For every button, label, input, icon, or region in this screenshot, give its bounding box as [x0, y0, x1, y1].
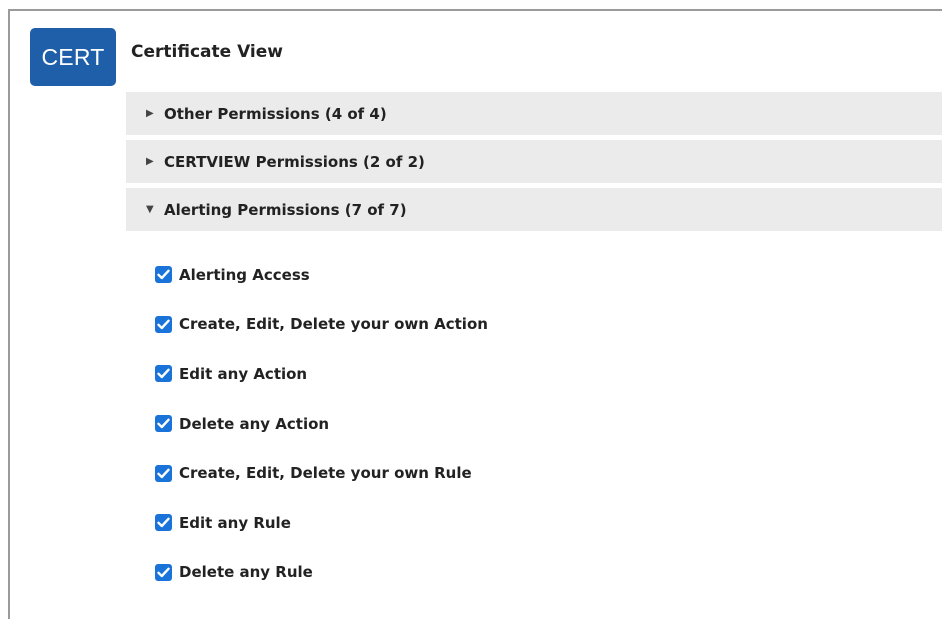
- permission-checkbox[interactable]: [155, 315, 172, 333]
- checkmark-icon: [157, 418, 170, 429]
- checkmark-icon: [157, 567, 170, 578]
- permission-item: Edit any Action: [155, 349, 488, 399]
- permission-label: Create, Edit, Delete your own Action: [179, 315, 488, 334]
- group-header-other-permissions[interactable]: ▶ Other Permissions (4 of 4): [126, 92, 942, 135]
- permission-label: Delete any Action: [179, 414, 330, 433]
- checkmark-icon: [157, 319, 170, 330]
- checkmark-icon: [157, 517, 170, 528]
- group-header-alerting-permissions[interactable]: ▼ Alerting Permissions (7 of 7): [126, 188, 942, 231]
- permission-checkbox[interactable]: [155, 563, 172, 581]
- permission-item: Delete any Action: [155, 399, 488, 449]
- permission-groups: ▶ Other Permissions (4 of 4) ▶ CERTVIEW …: [126, 92, 942, 236]
- page-title: Certificate View: [131, 42, 283, 62]
- group-header-certview-permissions[interactable]: ▶ CERTVIEW Permissions (2 of 2): [126, 140, 942, 183]
- permission-item: Create, Edit, Delete your own Action: [155, 300, 488, 350]
- permission-checkbox[interactable]: [155, 365, 172, 383]
- permission-label: Alerting Access: [179, 265, 310, 284]
- permission-label: Delete any Rule: [179, 563, 313, 582]
- permission-item: Delete any Rule: [155, 548, 488, 598]
- group-label: Other Permissions (4 of 4): [164, 104, 387, 123]
- permission-checkbox[interactable]: [155, 266, 172, 284]
- permission-checkbox[interactable]: [155, 415, 172, 433]
- cert-badge: CERT: [30, 28, 116, 86]
- alerting-permission-list: Alerting Access Create, Edit, Delete you…: [155, 250, 488, 597]
- checkmark-icon: [157, 369, 170, 379]
- permission-label: Edit any Rule: [179, 513, 291, 532]
- checkmark-icon: [157, 269, 170, 280]
- permission-label: Edit any Action: [179, 364, 308, 383]
- permission-checkbox[interactable]: [155, 464, 172, 482]
- caret-right-icon: ▶: [146, 108, 154, 119]
- permission-item: Alerting Access: [155, 250, 488, 300]
- checkmark-icon: [157, 468, 170, 478]
- group-label: Alerting Permissions (7 of 7): [164, 200, 407, 219]
- group-label: CERTVIEW Permissions (2 of 2): [164, 152, 425, 171]
- permission-checkbox[interactable]: [155, 514, 172, 532]
- caret-right-icon: ▶: [146, 156, 154, 167]
- permissions-panel: CERT Certificate View ▶ Other Permission…: [8, 9, 942, 619]
- permission-item: Edit any Rule: [155, 498, 488, 548]
- cert-badge-text: CERT: [41, 43, 105, 70]
- caret-down-icon: ▼: [146, 204, 154, 215]
- permission-item: Create, Edit, Delete your own Rule: [155, 448, 488, 498]
- permission-label: Create, Edit, Delete your own Rule: [179, 464, 472, 483]
